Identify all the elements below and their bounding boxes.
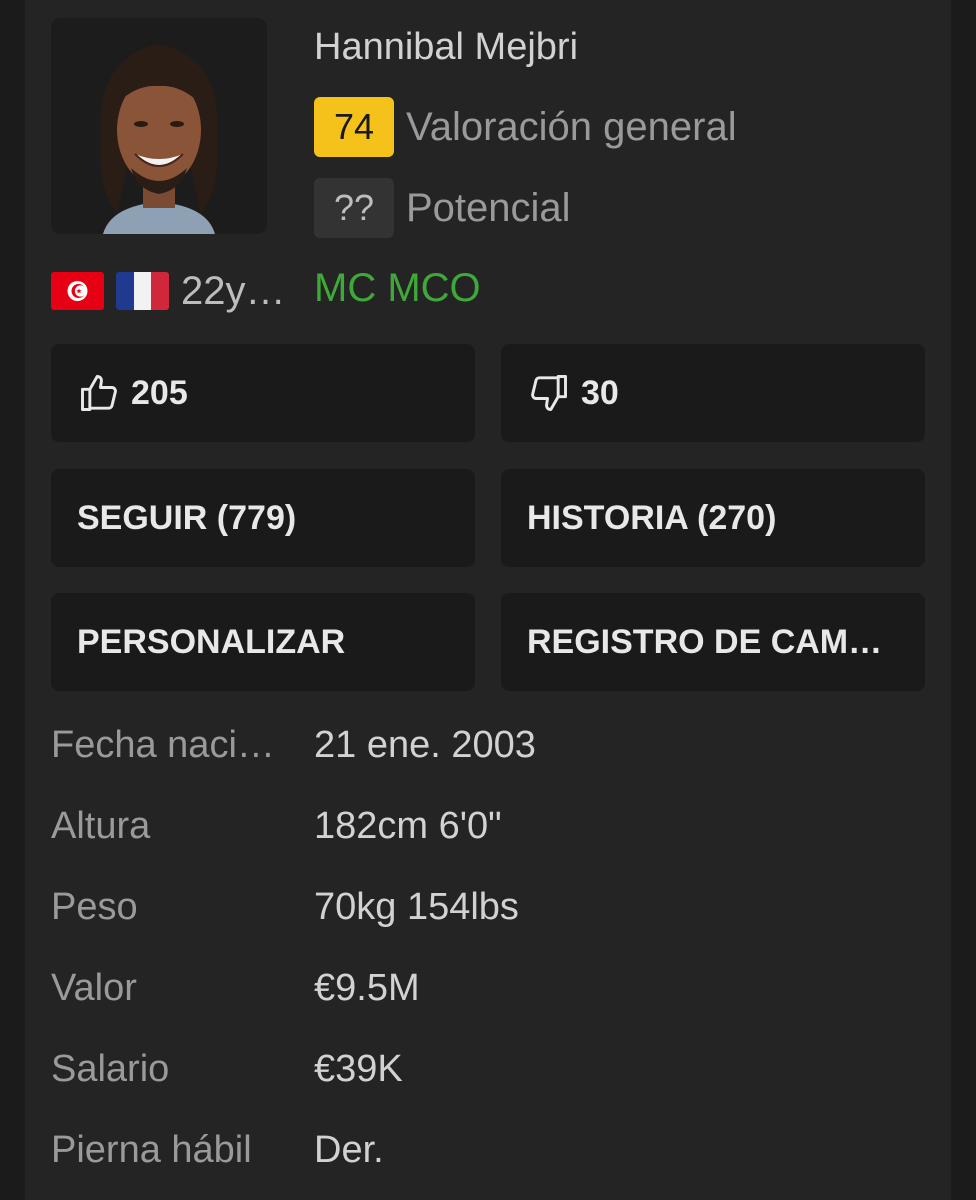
market-value-label: Valor xyxy=(51,967,137,1009)
follow-button[interactable]: SEGUIR (779) xyxy=(51,469,475,567)
preferred-foot-label: Pierna hábil xyxy=(51,1129,252,1171)
preferred-foot-value: Der. xyxy=(314,1129,384,1171)
potential-rating-label: Potencial xyxy=(406,185,571,230)
birth-date-label: Fecha naci… xyxy=(51,724,275,766)
weight-label: Peso xyxy=(51,886,138,928)
player-age: 22y… xyxy=(181,268,286,313)
overall-rating-badge: 74 xyxy=(314,97,394,157)
player-photo xyxy=(51,18,267,234)
player-name: Hannibal Mejbri xyxy=(314,26,579,68)
wage-label: Salario xyxy=(51,1048,170,1090)
overall-rating-row: 74 Valoración general xyxy=(314,97,737,157)
potential-rating-badge: ?? xyxy=(314,178,394,238)
tunisia-flag-icon[interactable] xyxy=(51,272,104,310)
changelog-button[interactable]: REGISTRO DE CAM… xyxy=(501,593,925,691)
wage-value: €39K xyxy=(314,1048,403,1090)
like-button[interactable]: 205 xyxy=(51,344,475,442)
overall-rating-label: Valoración general xyxy=(406,104,737,149)
height-label: Altura xyxy=(51,805,151,847)
customize-button[interactable]: PERSONALIZAR xyxy=(51,593,475,691)
birth-date-value: 21 ene. 2003 xyxy=(314,724,536,766)
player-positions: MC MCO xyxy=(314,266,481,310)
thumbs-up-icon xyxy=(77,371,121,415)
nationality-row: 22y… xyxy=(51,268,286,313)
like-count: 205 xyxy=(131,373,188,412)
france-flag-icon[interactable] xyxy=(116,272,169,310)
height-value: 182cm 6'0" xyxy=(314,805,502,847)
market-value-value: €9.5M xyxy=(314,967,420,1009)
weight-value: 70kg 154lbs xyxy=(314,886,519,928)
player-page: Hannibal Mejbri 74 Valoración general ??… xyxy=(0,0,976,1200)
history-button[interactable]: HISTORIA (270) xyxy=(501,469,925,567)
potential-rating-row: ?? Potencial xyxy=(314,178,571,238)
dislike-count: 30 xyxy=(581,373,619,412)
thumbs-down-icon xyxy=(527,371,571,415)
dislike-button[interactable]: 30 xyxy=(501,344,925,442)
